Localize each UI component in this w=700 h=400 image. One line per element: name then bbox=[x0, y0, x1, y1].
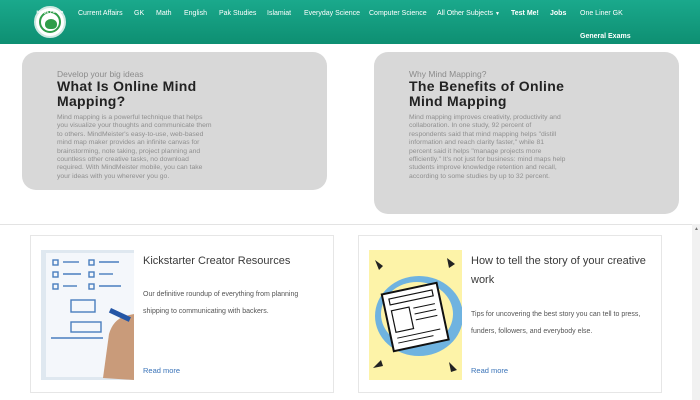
card-title-line: How to tell the story of your creative bbox=[471, 255, 646, 267]
card-title[interactable]: Kickstarter Creator Resources bbox=[143, 252, 323, 271]
bubble-title-line: Mapping? bbox=[57, 93, 126, 109]
bubble-text-line: your ideas with you wherever you go. bbox=[57, 172, 170, 180]
nav-computer-science[interactable]: Computer Science bbox=[369, 10, 427, 17]
card-description: Tips for uncovering the best story you c… bbox=[471, 306, 651, 340]
bubble-text-line: Mind mapping is a powerful technique tha… bbox=[57, 114, 203, 121]
bubble-text-line: collaboration. In one study, 92 percent … bbox=[409, 122, 532, 130]
nav-all-other-subjects[interactable]: All Other Subjects ▼ bbox=[437, 10, 500, 17]
nav-islamiat[interactable]: Islamiat bbox=[267, 10, 291, 17]
card-description: Our definitive roundup of everything fro… bbox=[143, 286, 323, 320]
whiteboard-drawing-image bbox=[41, 250, 134, 380]
card-description-line: Tips for uncovering the best story you c… bbox=[471, 311, 641, 318]
bubble-text-line: required. With MindMeister mobile, you c… bbox=[57, 164, 203, 172]
bubble-text-line: countless other creative tasks, no downl… bbox=[57, 156, 189, 164]
bubble-text-line: mind map maker provides an infinite canv… bbox=[57, 139, 200, 147]
resource-card-story: How to tell the story of your creative w… bbox=[358, 235, 662, 393]
bubble-text-line: information and reach clarity faster," w… bbox=[409, 139, 545, 147]
logo-leaf-icon bbox=[45, 19, 57, 29]
card-description-line: Our definitive roundup of everything fro… bbox=[143, 291, 299, 298]
bubble-text-line: percent said it helps "manage projects m… bbox=[409, 147, 542, 155]
caret-down-icon: ▼ bbox=[495, 11, 500, 17]
card-title-line: work bbox=[471, 274, 495, 286]
bubble-text-line: brainstorming, note taking, project plan… bbox=[57, 147, 201, 155]
bubble-text-line: efficiently." It's not just for business… bbox=[409, 156, 566, 164]
bubble-text-line: Mind mapping improves creativity, produc… bbox=[409, 114, 561, 121]
card-description-line: funders, followers, and everybody else. bbox=[471, 328, 593, 335]
nav-test-me[interactable]: Test Me! bbox=[511, 10, 539, 17]
mind-map-benefits-bubble: Why Mind Mapping? The Benefits of Online… bbox=[374, 52, 679, 214]
mind-map-info-bubble: Develop your big ideas What Is Online Mi… bbox=[22, 52, 327, 190]
bubble-text: Mind mapping is a powerful technique tha… bbox=[57, 114, 212, 181]
bubble-text-line: according to some studies by up to 32 pe… bbox=[409, 172, 550, 180]
read-more-link[interactable]: Read more bbox=[143, 366, 180, 375]
read-more-link[interactable]: Read more bbox=[471, 366, 508, 375]
bubble-title-line: The Benefits of Online bbox=[409, 78, 565, 94]
newspaper-illustration-image bbox=[369, 250, 462, 380]
bubble-title-line: What Is Online Mind bbox=[57, 78, 197, 94]
bubble-text-line: to others. MindMeister's easy-to-use, we… bbox=[57, 130, 204, 138]
nav-gk[interactable]: GK bbox=[134, 10, 144, 17]
bubble-text-line: respondents said that mind mapping helps… bbox=[409, 130, 557, 138]
card-description-line: shipping to communicating with backers. bbox=[143, 308, 269, 315]
bubble-text-line: students improve knowledge retention and… bbox=[409, 164, 557, 172]
nav-jobs[interactable]: Jobs bbox=[550, 10, 566, 17]
nav-general-exams[interactable]: General Exams bbox=[580, 33, 631, 40]
resource-card-kickstarter: Kickstarter Creator Resources Our defini… bbox=[30, 235, 334, 393]
scrollbar[interactable] bbox=[692, 224, 700, 400]
bubble-title-line: Mind Mapping bbox=[409, 93, 507, 109]
nav-everyday-science[interactable]: Everyday Science bbox=[304, 10, 360, 17]
nav-current-affairs[interactable]: Current Affairs bbox=[78, 10, 123, 17]
bubble-title: What Is Online Mind Mapping? bbox=[57, 79, 196, 109]
bubble-text-line: you visualize your thoughts and communic… bbox=[57, 122, 212, 130]
nav-pak-studies[interactable]: Pak Studies bbox=[219, 10, 256, 17]
card-title[interactable]: How to tell the story of your creative w… bbox=[471, 252, 651, 290]
scroll-up-arrow-icon[interactable]: ▲ bbox=[694, 226, 699, 232]
bubble-text: Mind mapping improves creativity, produc… bbox=[409, 114, 565, 181]
nav-one-liner-gk[interactable]: One Liner GK bbox=[580, 10, 623, 17]
nav-math[interactable]: Math bbox=[156, 10, 172, 17]
section-divider bbox=[0, 224, 700, 225]
nav-english[interactable]: English bbox=[184, 10, 207, 17]
top-navbar: MCQs Forum Current Affairs GK Math Engli… bbox=[0, 0, 700, 44]
nav-all-other-subjects-label: All Other Subjects bbox=[437, 10, 494, 17]
logo-text: MCQs Forum bbox=[36, 9, 64, 14]
bubble-title: The Benefits of Online Mind Mapping bbox=[409, 79, 564, 109]
